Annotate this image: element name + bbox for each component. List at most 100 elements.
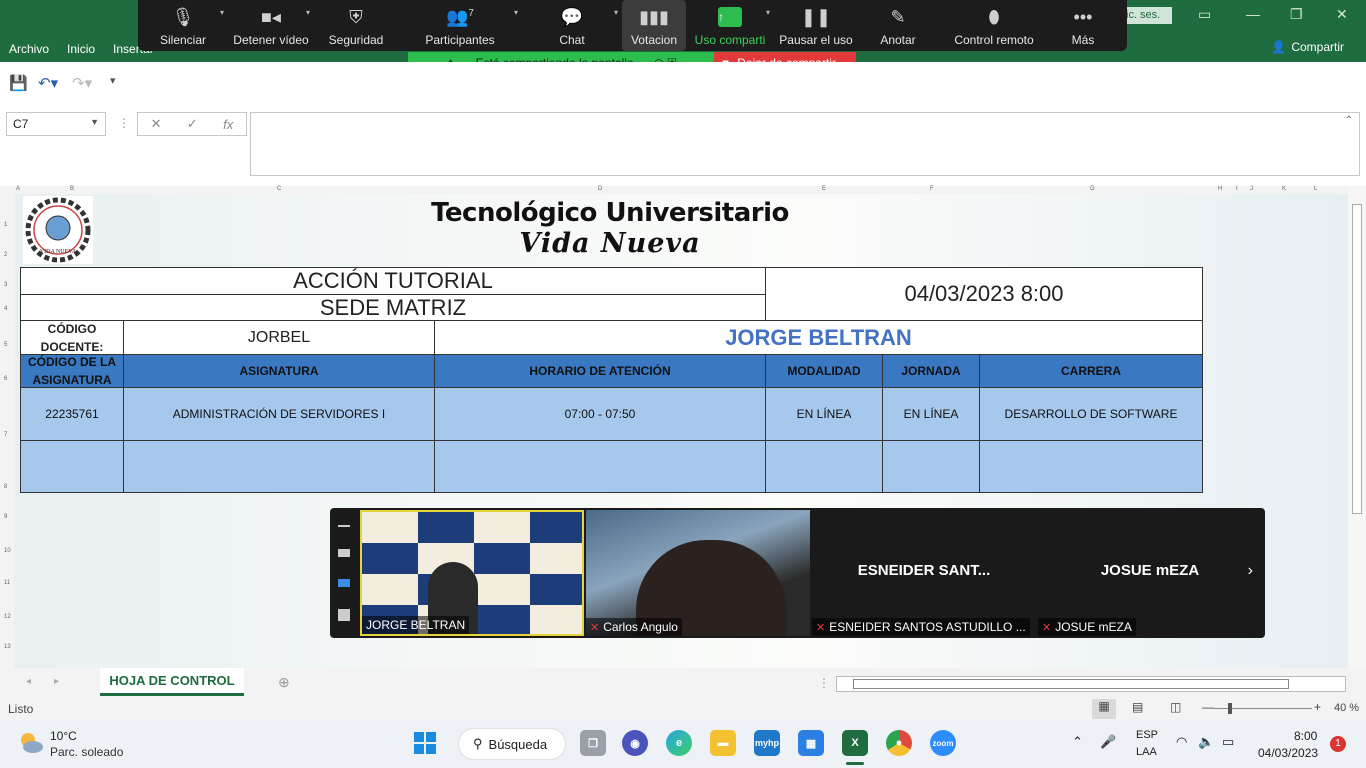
more-button[interactable]: ••• Más xyxy=(1050,0,1116,51)
header-asignatura[interactable]: ASIGNATURA xyxy=(123,354,435,388)
participant-tile-esneider[interactable]: ESNEIDER SANT... ✕ ESNEIDER SANTOS ASTUD… xyxy=(812,510,1036,636)
row-10[interactable]: 10 xyxy=(4,548,11,554)
taskbar-search[interactable]: ⚲ Búsqueda xyxy=(458,728,566,760)
header-carrera[interactable]: CARRERA xyxy=(979,354,1203,388)
row-5[interactable]: 5 xyxy=(4,342,7,348)
notification-badge[interactable]: 1 xyxy=(1330,736,1346,752)
row1-codigo[interactable]: 22235761 xyxy=(20,387,124,441)
col-f[interactable]: F xyxy=(930,186,934,192)
microphone-tray-icon[interactable]: 🎤 xyxy=(1100,734,1116,750)
participant-tile-josue[interactable]: JOSUE mEZA ✕ JOSUE mEZA xyxy=(1038,510,1262,636)
weather-temp[interactable]: 10°C xyxy=(50,729,77,743)
teams-chat-icon[interactable]: ◉ xyxy=(622,730,648,756)
col-a[interactable]: A xyxy=(16,186,20,192)
pause-share-button[interactable]: ❚❚ Pausar el uso xyxy=(774,0,858,51)
row-2[interactable]: 2 xyxy=(4,252,7,258)
collapse-icon[interactable]: ⌃ xyxy=(1345,115,1353,126)
security-button[interactable]: ⛨ Seguridad xyxy=(314,0,398,51)
share-screen-button[interactable]: ↑ ▾ Uso comparti xyxy=(686,0,774,51)
language-primary[interactable]: ESP xyxy=(1136,729,1158,741)
header-codigo-asignatura[interactable]: CÓDIGO DE LA ASIGNATURA xyxy=(20,354,124,388)
row-4[interactable]: 4 xyxy=(4,306,7,312)
minimize-icon[interactable]: — xyxy=(1246,6,1260,22)
ribbon-display-icon[interactable]: ▭ xyxy=(1198,6,1211,23)
grid-view-icon[interactable] xyxy=(338,609,350,621)
wifi-icon[interactable]: ◠ xyxy=(1176,734,1187,750)
tab-archivo[interactable]: Archivo xyxy=(9,42,49,56)
mute-button[interactable]: 🎙 ▾ Silenciar xyxy=(138,0,228,51)
save-icon[interactable]: 💾 xyxy=(9,74,28,92)
vertical-scroll-thumb[interactable] xyxy=(1352,204,1362,514)
header-jornada[interactable]: JORNADA xyxy=(882,354,980,388)
row2-modalidad[interactable] xyxy=(765,440,883,493)
add-sheet-icon[interactable]: ⊕ xyxy=(278,674,290,691)
strip-view-icon[interactable] xyxy=(338,579,350,587)
col-b[interactable]: B xyxy=(70,186,74,192)
row-6[interactable]: 6 xyxy=(4,376,7,382)
restore-icon[interactable]: ❐ xyxy=(1290,6,1303,23)
row-3[interactable]: 3 xyxy=(4,282,7,288)
horizontal-scrollbar[interactable] xyxy=(836,676,1346,692)
row-9[interactable]: 9 xyxy=(4,514,7,520)
chat-button[interactable]: 💬 ▾ Chat xyxy=(522,0,622,51)
tab-inicio[interactable]: Inicio xyxy=(67,42,95,56)
row1-asignatura[interactable]: ADMINISTRACIÓN DE SERVIDORES I xyxy=(123,387,435,441)
col-g[interactable]: G xyxy=(1090,186,1095,192)
zoom-out-icon[interactable]: — xyxy=(1202,700,1214,714)
row-13[interactable]: 13 xyxy=(4,644,11,650)
zoom-slider-thumb[interactable] xyxy=(1228,703,1232,714)
remote-control-button[interactable]: ⬮ Control remoto xyxy=(938,0,1050,51)
col-e[interactable]: E xyxy=(822,186,826,192)
volume-icon[interactable]: 🔈 xyxy=(1198,734,1214,750)
weather-icon[interactable] xyxy=(18,730,44,756)
row1-horario[interactable]: 07:00 - 07:50 xyxy=(434,387,766,441)
row1-carrera[interactable]: DESARROLLO DE SOFTWARE xyxy=(979,387,1203,441)
header-horario[interactable]: HORARIO DE ATENCIÓN xyxy=(434,354,766,388)
participants-button[interactable]: 👥7 ▾ Participantes xyxy=(398,0,522,51)
session-badge[interactable]: ic. ses. xyxy=(1122,7,1172,24)
prev-sheet-icon[interactable]: ◂ xyxy=(26,676,31,687)
weather-desc[interactable]: Parc. soleado xyxy=(50,745,123,759)
horizontal-scroll-thumb[interactable] xyxy=(853,679,1289,689)
undo-icon[interactable]: ↶▾ xyxy=(38,74,58,92)
row2-asignatura[interactable] xyxy=(123,440,435,493)
formula-input[interactable]: ⌃ xyxy=(250,112,1360,176)
row2-jornada[interactable] xyxy=(882,440,980,493)
language-secondary[interactable]: LAA xyxy=(1136,746,1157,758)
chevron-right-icon[interactable]: › xyxy=(1248,562,1253,580)
check-icon[interactable]: ✓ xyxy=(187,116,198,132)
next-sheet-icon[interactable]: ▸ xyxy=(54,676,59,687)
battery-icon[interactable]: ▭ xyxy=(1222,734,1234,750)
col-j[interactable]: J xyxy=(1250,186,1253,192)
fecha-cell[interactable]: 04/03/2023 8:00 xyxy=(765,267,1203,321)
accion-tutorial-cell[interactable]: ACCIÓN TUTORIAL xyxy=(20,267,766,295)
row-11[interactable]: 11 xyxy=(4,580,10,586)
clock-time[interactable]: 8:00 xyxy=(1294,729,1317,743)
row-7[interactable]: 7 xyxy=(4,432,7,438)
sede-matriz-cell[interactable]: SEDE MATRIZ xyxy=(20,294,766,321)
excel-icon[interactable]: X xyxy=(842,730,868,756)
chrome-icon[interactable]: ● xyxy=(886,730,912,756)
vertical-scrollbar[interactable] xyxy=(1348,186,1366,668)
page-layout-icon[interactable]: ▤ xyxy=(1132,700,1143,714)
fx-icon[interactable]: fx xyxy=(223,117,233,132)
share-button[interactable]: 👤 Compartir xyxy=(1271,40,1344,54)
row-8[interactable]: 8 xyxy=(4,484,7,490)
row1-jornada[interactable]: EN LÍNEA xyxy=(882,387,980,441)
codigo-docente-value[interactable]: JORBEL xyxy=(123,320,435,355)
page-break-icon[interactable]: ◫ xyxy=(1170,700,1181,714)
row2-horario[interactable] xyxy=(434,440,766,493)
codigo-docente-label[interactable]: CÓDIGO DOCENTE: xyxy=(20,320,124,355)
zoom-app-icon[interactable]: zoom xyxy=(930,730,956,756)
header-modalidad[interactable]: MODALIDAD xyxy=(765,354,883,388)
zoom-in-icon[interactable]: + xyxy=(1314,700,1321,714)
col-c[interactable]: C xyxy=(277,186,281,192)
participant-tile-carlos[interactable]: ✕ Carlos Angulo xyxy=(586,510,810,636)
task-view-icon[interactable]: ❐ xyxy=(580,730,606,756)
col-h[interactable]: H xyxy=(1218,186,1222,192)
normal-view-icon[interactable]: ▦ xyxy=(1092,699,1116,719)
zoom-slider[interactable] xyxy=(1214,703,1312,714)
customize-icon[interactable]: ▾ xyxy=(110,74,116,87)
close-icon[interactable]: ✕ xyxy=(1336,6,1348,23)
participant-tile-jorge[interactable]: JORGE BELTRAN xyxy=(360,510,584,636)
